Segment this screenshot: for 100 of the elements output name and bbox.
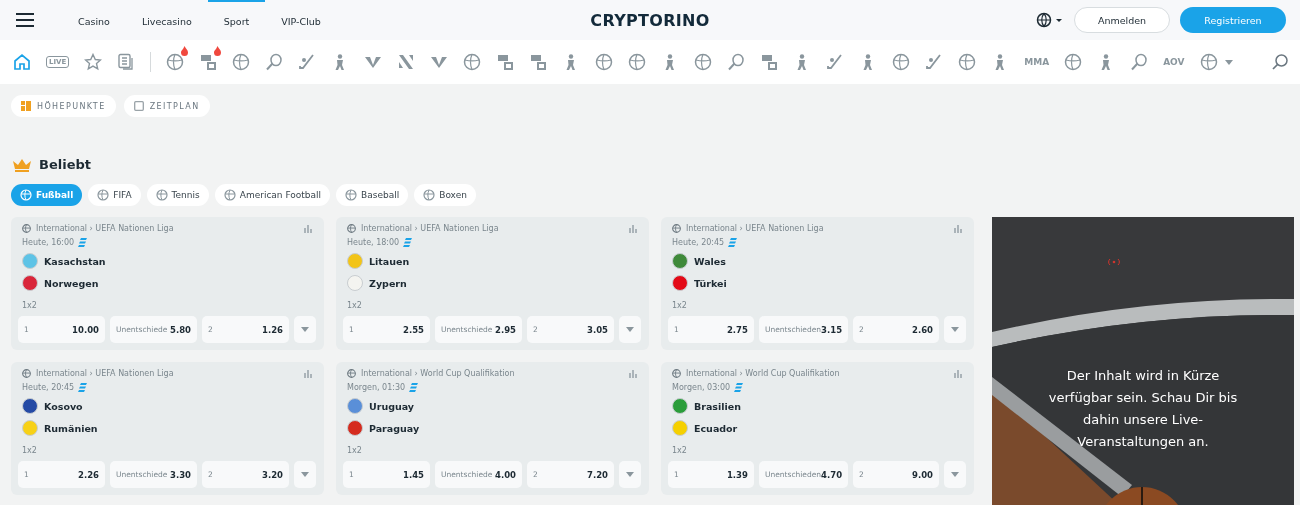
sport-filter[interactable]: American Football — [214, 184, 331, 206]
globe-icon[interactable] — [1036, 12, 1064, 28]
search-icon[interactable] — [1272, 54, 1288, 70]
team-name: Ecuador — [694, 422, 738, 434]
ball-icon[interactable] — [628, 53, 647, 71]
stats-icon[interactable] — [304, 369, 312, 378]
sport-filter[interactable]: Baseball — [336, 184, 409, 206]
ball-icon — [223, 189, 236, 201]
globe-icon — [22, 369, 31, 378]
stick-icon[interactable] — [925, 53, 944, 71]
team-name: Norwegen — [44, 277, 99, 289]
league-label: International › UEFA Nationen Liga — [36, 369, 174, 378]
market-label: 1x2 — [672, 301, 688, 310]
match-time: Heute, 20:45 — [672, 238, 725, 247]
stats-icon[interactable] — [629, 369, 637, 378]
globe-icon — [347, 369, 356, 378]
match-time: Morgen, 01:30 — [347, 383, 406, 392]
ball-icon[interactable] — [595, 53, 614, 71]
team-name: Brasilien — [694, 400, 741, 412]
caret-icon — [301, 327, 309, 332]
team-name: Kosovo — [44, 400, 83, 412]
league-label: International › World Cup Qualifikation — [686, 369, 840, 378]
ball-icon — [155, 189, 168, 201]
caret-icon — [951, 472, 959, 477]
market-label: 1x2 — [672, 446, 688, 455]
ball-icon — [97, 189, 110, 201]
league-label: International › World Cup Qualifikation — [361, 369, 515, 378]
league-label: International › UEFA Nationen Liga — [361, 224, 499, 233]
ball-icon — [345, 189, 358, 201]
nav-link[interactable]: Casino — [62, 0, 126, 40]
document-icon[interactable] — [117, 53, 136, 71]
sport-filter[interactable]: Tennis — [146, 184, 209, 206]
nav-link[interactable]: VIP-Club — [265, 0, 337, 40]
expand-button[interactable] — [944, 316, 966, 343]
globe-icon — [672, 224, 681, 233]
crown-icon — [12, 157, 32, 172]
ball-icon[interactable] — [892, 53, 911, 71]
ball-icon — [423, 189, 436, 201]
market-label: 1x2 — [347, 446, 363, 455]
logo[interactable]: CRYPTORINO — [590, 10, 710, 30]
stream-icon — [734, 383, 744, 392]
match-time: Heute, 20:45 — [22, 383, 75, 392]
stream-icon — [409, 383, 419, 392]
stream-icon — [728, 238, 738, 247]
team-name: Türkei — [694, 277, 727, 289]
ball-icon[interactable] — [1199, 53, 1218, 71]
caret-icon[interactable] — [1224, 59, 1233, 65]
stats-icon[interactable] — [954, 224, 962, 233]
expand-button[interactable] — [619, 316, 641, 343]
globe-icon — [22, 224, 31, 233]
caret-icon — [951, 327, 959, 332]
caret-icon — [626, 327, 634, 332]
login-button[interactable]: Anmelden — [1074, 7, 1170, 33]
sport-filter[interactable]: FIFA — [88, 184, 141, 206]
stream-icon — [78, 383, 88, 392]
stream-icon — [78, 238, 88, 247]
ball-icon[interactable] — [1064, 53, 1083, 71]
caret-icon — [626, 472, 634, 477]
team-name: Uruguay — [369, 400, 415, 412]
team-name: Zypern — [369, 277, 407, 289]
ball-icon[interactable] — [958, 53, 977, 71]
team-name: Rumänien — [44, 422, 98, 434]
star-icon[interactable] — [84, 53, 103, 71]
globe-icon — [672, 369, 681, 378]
league-label: International › UEFA Nationen Liga — [36, 224, 174, 233]
stats-icon[interactable] — [954, 369, 962, 378]
stats-icon[interactable] — [304, 224, 312, 233]
team-name: Litauen — [369, 255, 410, 267]
league-label: International › UEFA Nationen Liga — [686, 224, 824, 233]
nav-link[interactable]: Livecasino — [125, 0, 208, 40]
globe-icon — [347, 224, 356, 233]
ball-icon — [20, 189, 32, 201]
ball-icon[interactable] — [463, 53, 482, 71]
ball-icon[interactable] — [166, 53, 185, 71]
team-name: Wales — [694, 255, 726, 267]
expand-button[interactable] — [294, 316, 316, 343]
expand-button[interactable] — [619, 461, 641, 488]
stick-icon[interactable] — [826, 53, 845, 71]
expand-button[interactable] — [294, 461, 316, 488]
match-time: Heute, 18:00 — [347, 238, 400, 247]
team-name: Paraguay — [369, 422, 420, 434]
filter-chip[interactable]: ZEITPLAN — [123, 95, 210, 117]
menu-icon[interactable] — [16, 13, 34, 27]
match-time: Heute, 16:00 — [22, 238, 75, 247]
team-name: Kasachstan — [44, 255, 106, 267]
ball-icon[interactable] — [694, 53, 713, 71]
match-time: Morgen, 03:00 — [672, 383, 731, 392]
stream-icon — [403, 238, 413, 247]
filter-chip[interactable]: HÖHEPUNKTE — [11, 95, 116, 117]
caret-icon — [301, 472, 309, 477]
promo-message: Der Inhalt wird in Kürze verfügbar sein. Schau Dir bis dahin unsere Live-Veranstaltungen an. — [1047, 367, 1239, 451]
expand-button[interactable] — [944, 461, 966, 488]
home-icon[interactable] — [13, 53, 31, 71]
stick-icon[interactable] — [298, 53, 317, 71]
ball-icon[interactable] — [232, 53, 251, 71]
section-title: Beliebt — [39, 157, 91, 172]
stats-icon[interactable] — [629, 224, 637, 233]
sport-filter[interactable]: Boxen — [414, 184, 476, 206]
slash-icon[interactable] — [397, 53, 416, 71]
market-label: 1x2 — [22, 446, 38, 455]
